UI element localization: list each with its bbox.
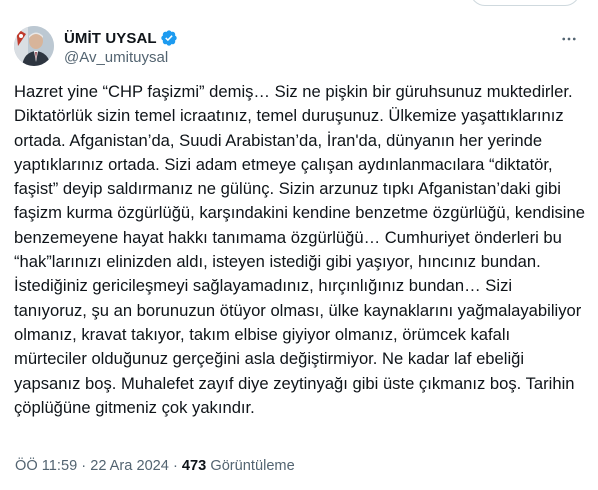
top-action-button-edge[interactable] xyxy=(470,0,580,6)
meta-separator: · xyxy=(81,458,87,474)
more-options-button[interactable] xyxy=(558,30,580,48)
verified-badge-icon[interactable] xyxy=(160,29,178,47)
tweet-header: ÜMİT UYSAL @Av_umituysal xyxy=(14,26,584,70)
avatar[interactable] xyxy=(14,26,54,66)
author-handle[interactable]: @Av_umituysal xyxy=(64,49,178,66)
views-label: Görüntüleme xyxy=(210,458,295,474)
more-horizontal-icon xyxy=(562,37,576,41)
views-count: 473 xyxy=(181,458,207,474)
name-row: ÜMİT UYSAL xyxy=(64,28,178,48)
tweet-date[interactable]: 22 Ara 2024 xyxy=(90,458,169,474)
meta-separator: · xyxy=(172,458,178,474)
author-info: ÜMİT UYSAL @Av_umituysal xyxy=(64,28,178,66)
tweet-text: Hazret yine “CHP faşizmi” demiş… Siz ne … xyxy=(14,82,585,417)
avatar-photo xyxy=(14,26,54,66)
author-display-name[interactable]: ÜMİT UYSAL xyxy=(64,30,157,47)
tweet-meta: ÖÖ 11:59 · 22 Ara 2024 · 473 Görüntüleme xyxy=(15,458,295,474)
tweet-time[interactable]: ÖÖ 11:59 xyxy=(15,458,77,474)
